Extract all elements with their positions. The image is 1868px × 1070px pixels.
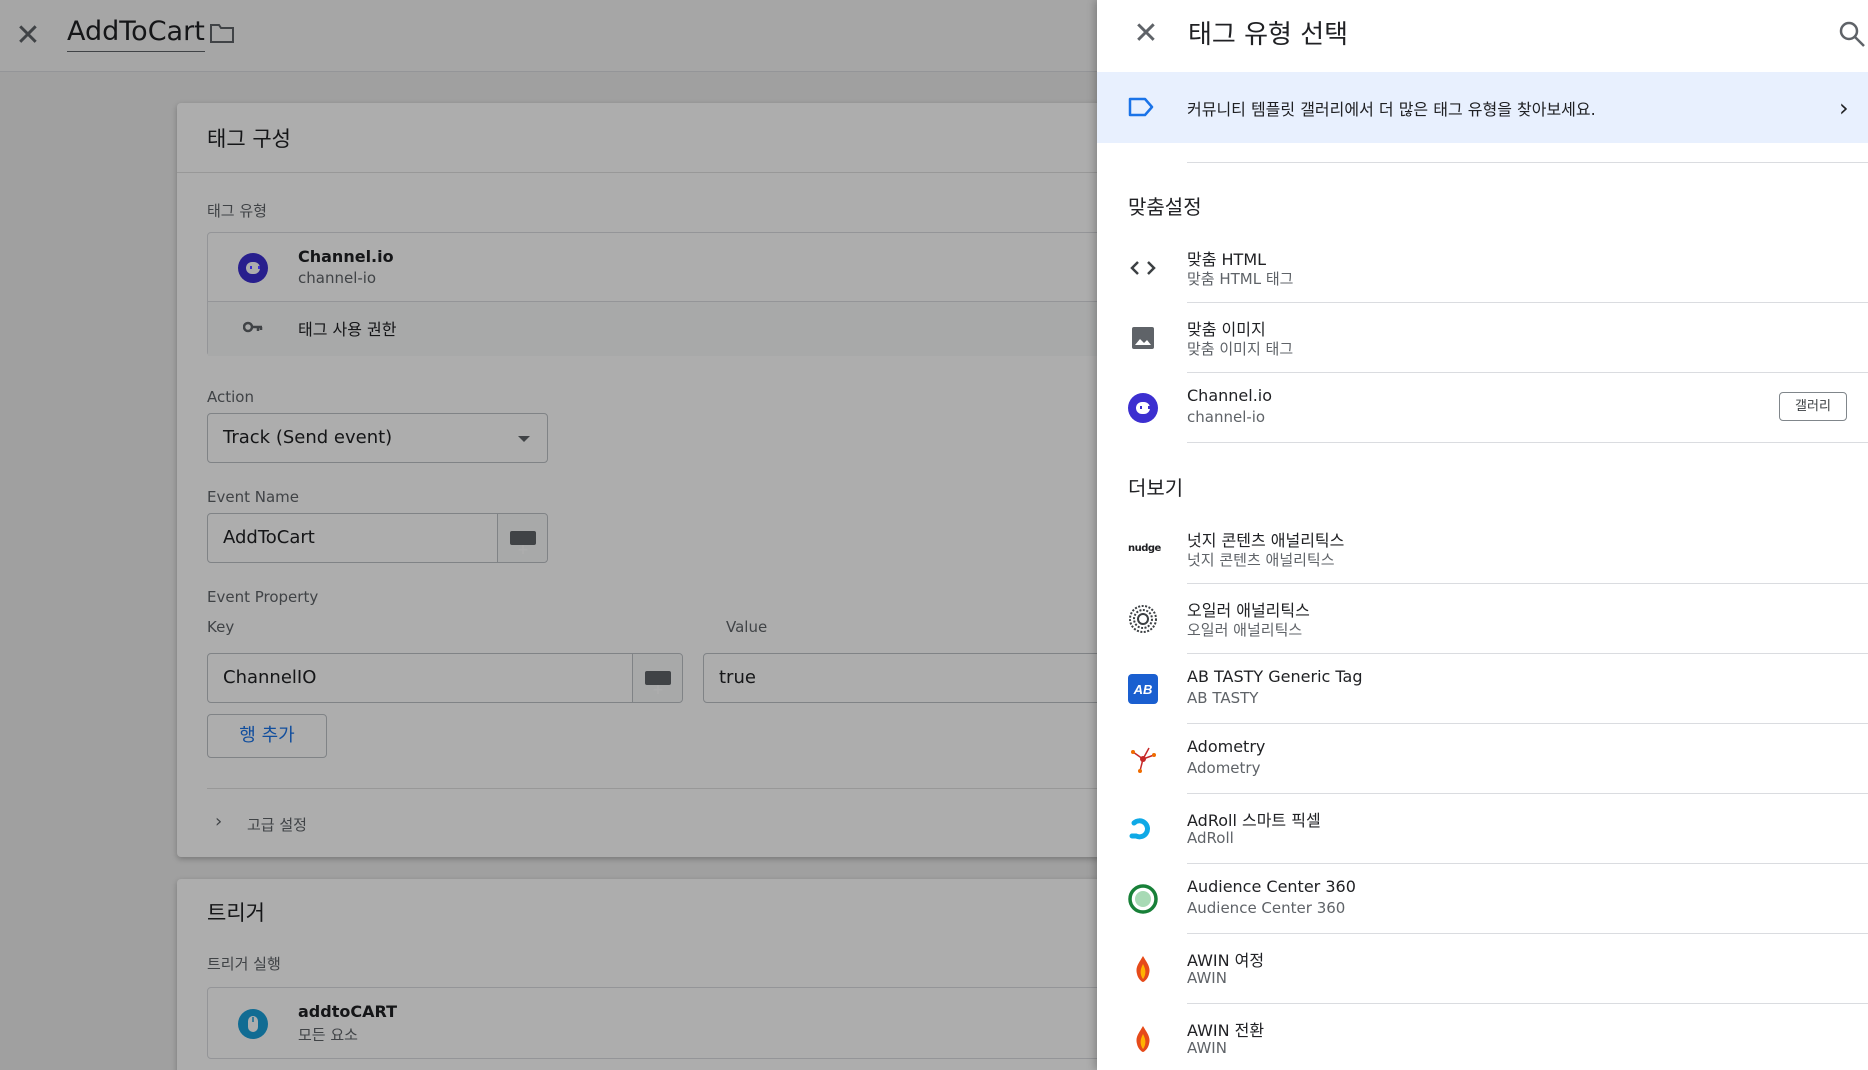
- tag-type-euler[interactable]: 오일러 애널리틱스 오일러 애널리틱스: [1097, 584, 1868, 654]
- euler-logo-icon: [1129, 605, 1157, 633]
- item-sub: 맞춤 HTML 태그: [1187, 270, 1294, 288]
- panel-title: 태그 유형 선택: [1188, 20, 1349, 50]
- community-gallery-banner[interactable]: 커뮤니티 템플릿 갤러리에서 더 많은 태그 유형을 찾아보세요. ›: [1097, 72, 1868, 143]
- search-icon[interactable]: [1838, 20, 1866, 48]
- awin-logo-icon: [1136, 956, 1150, 982]
- tag-type-custom-image[interactable]: 맞춤 이미지 맞춤 이미지 태그: [1097, 303, 1868, 373]
- gallery-badge: 갤러리: [1779, 392, 1847, 421]
- item-name: 오일러 애널리틱스: [1187, 601, 1310, 620]
- svg-text:AB: AB: [1133, 682, 1153, 697]
- item-name: Channel.io: [1187, 386, 1273, 405]
- item-name: 넛지 콘텐츠 애널리틱스: [1187, 531, 1345, 550]
- adroll-logo-icon: [1129, 818, 1150, 840]
- adometry-logo-icon: [1131, 747, 1156, 773]
- tag-type-custom-html[interactable]: 맞춤 HTML 맞춤 HTML 태그: [1097, 233, 1868, 303]
- tag-type-adometry[interactable]: Adometry Adometry: [1097, 724, 1868, 794]
- panel-close-icon[interactable]: ✕: [1128, 16, 1164, 52]
- item-name: Audience Center 360: [1187, 877, 1356, 896]
- custom-section-title: 맞춤설정: [1128, 195, 1202, 219]
- item-name: AB TASTY Generic Tag: [1187, 667, 1363, 686]
- item-sub: AWIN: [1187, 969, 1227, 987]
- item-sub: Adometry: [1187, 759, 1261, 777]
- channel-io-icon: [1128, 393, 1158, 423]
- banner-text: 커뮤니티 템플릿 갤러리에서 더 많은 태그 유형을 찾아보세요.: [1187, 100, 1596, 119]
- nudge-logo-icon: nudge: [1128, 543, 1161, 554]
- abtasty-logo-icon: AB: [1128, 674, 1158, 704]
- image-icon: [1132, 327, 1154, 349]
- tag-type-adroll[interactable]: AdRoll 스마트 픽셀 AdRoll: [1097, 794, 1868, 864]
- choose-tag-type-panel: ✕ 태그 유형 선택 커뮤니티 템플릿 갤러리에서 더 많은 태그 유형을 찾아…: [1097, 0, 1868, 1070]
- item-name: AWIN 전환: [1187, 1021, 1265, 1040]
- tag-type-awin-journey[interactable]: AWIN 여정 AWIN: [1097, 934, 1868, 1004]
- item-sub: AdRoll: [1187, 829, 1234, 847]
- tag-type-awin-conversion[interactable]: AWIN 전환 AWIN: [1097, 1004, 1868, 1070]
- awin-logo-icon: [1136, 1026, 1150, 1052]
- panel-header: ✕ 태그 유형 선택: [1097, 0, 1868, 72]
- tag-type-channel-io[interactable]: Channel.io channel-io 갤러리: [1097, 373, 1868, 443]
- item-name: Adometry: [1187, 737, 1266, 756]
- code-icon: [1130, 261, 1156, 275]
- item-name: AWIN 여정: [1187, 951, 1265, 970]
- item-sub: AWIN: [1187, 1039, 1227, 1057]
- divider: [1187, 442, 1868, 443]
- item-sub: Audience Center 360: [1187, 899, 1346, 917]
- item-name: 맞춤 HTML: [1187, 250, 1267, 269]
- tag-type-ab-tasty[interactable]: AB AB TASTY Generic Tag AB TASTY: [1097, 654, 1868, 724]
- tag-type-nudge[interactable]: nudge 넛지 콘텐츠 애널리틱스 넛지 콘텐츠 애널리틱스: [1097, 514, 1868, 584]
- list-item: [1187, 143, 1868, 163]
- tag-outline-icon: [1128, 97, 1154, 117]
- item-sub: 오일러 애널리틱스: [1187, 621, 1303, 639]
- item-sub: 맞춤 이미지 태그: [1187, 340, 1294, 358]
- more-section-title: 더보기: [1128, 476, 1184, 500]
- item-sub: AB TASTY: [1187, 689, 1259, 707]
- item-sub: channel-io: [1187, 408, 1266, 426]
- item-name: 맞춤 이미지: [1187, 320, 1266, 339]
- tag-type-audience-center-360[interactable]: Audience Center 360 Audience Center 360: [1097, 864, 1868, 934]
- item-sub: 넛지 콘텐츠 애널리틱스: [1187, 551, 1335, 569]
- chevron-right-icon: ›: [1839, 94, 1849, 122]
- item-name: AdRoll 스마트 픽셀: [1187, 811, 1321, 830]
- audience-center-logo-icon: [1128, 884, 1158, 914]
